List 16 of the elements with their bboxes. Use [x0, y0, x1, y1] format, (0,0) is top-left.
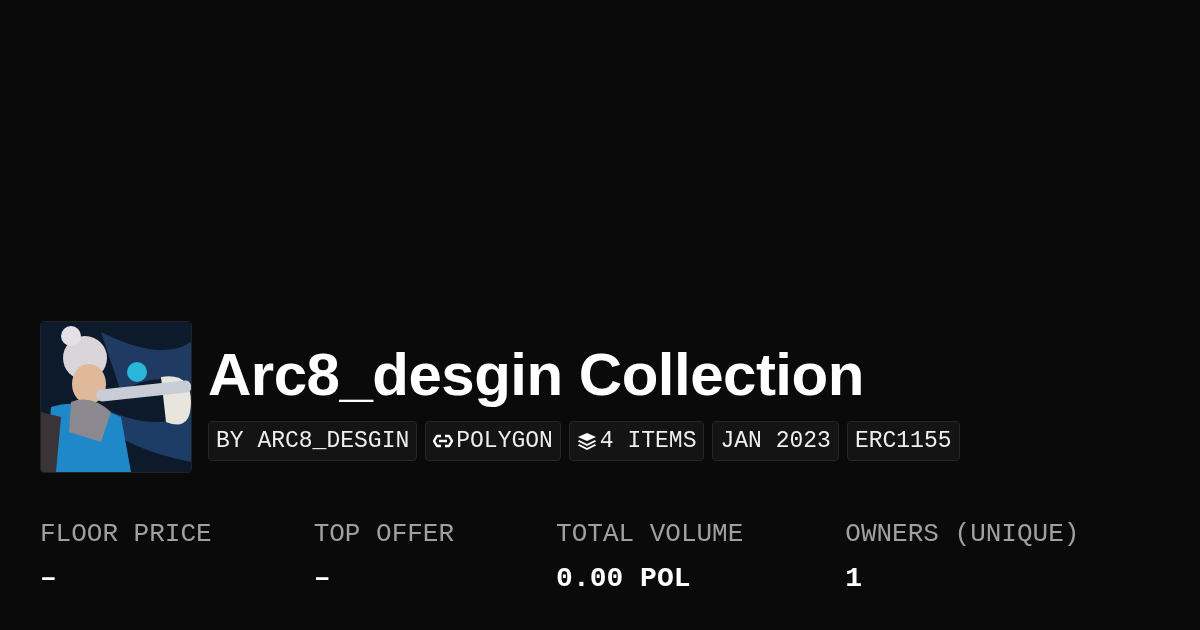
collection-title: Arc8_desgin Collection [208, 340, 865, 410]
collection-tag: 4 ITEMS [568, 421, 705, 461]
stat-label: TOTAL VOLUME [556, 519, 744, 549]
collection-tag: JAN 2023 [712, 421, 839, 461]
stat-value: 1 [845, 563, 864, 594]
stat-value: 0.00 POL [556, 563, 692, 594]
link-icon [433, 432, 454, 450]
stat-label: TOP OFFER [313, 519, 455, 549]
stat-label: FLOOR PRICE [40, 519, 212, 549]
collection-tag: BY ARC8_DESGIN [208, 421, 418, 461]
collection-tag: ERC1155 [846, 421, 960, 461]
collection-tag: POLYGON [425, 421, 561, 461]
layers-icon [576, 432, 597, 450]
stat-value: – [40, 563, 58, 594]
stat-label: OWNERS (UNIQUE) [845, 519, 1080, 549]
stat-value: – [313, 563, 332, 594]
